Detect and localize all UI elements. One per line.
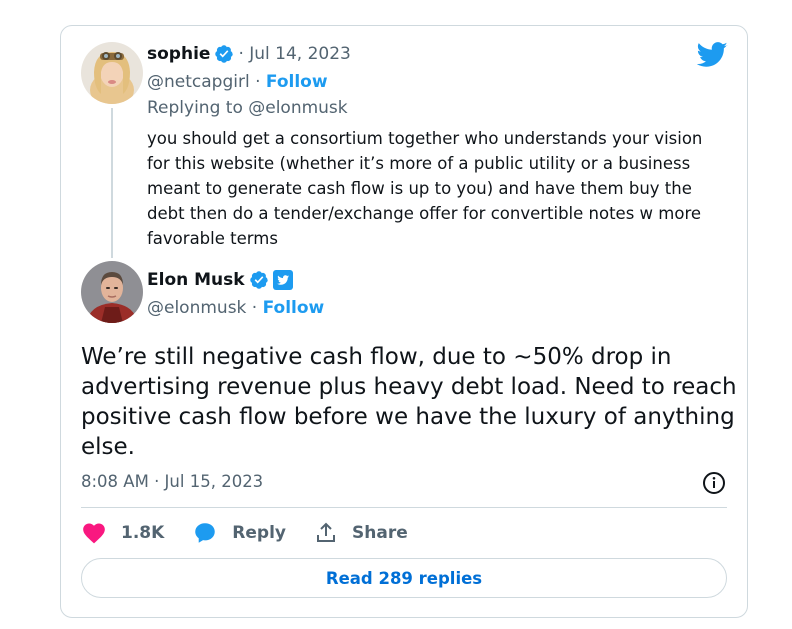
like-button[interactable]: 1.8K [81,520,164,546]
replying-to-label: Replying to @elonmusk [147,98,348,118]
follow-sophie-button[interactable]: Follow [266,72,328,92]
main-handle[interactable]: @elonmusk [147,298,246,318]
share-upload-icon [317,522,335,542]
thread-connector-line [111,108,113,258]
avatar-elon-musk[interactable] [81,261,143,323]
verified-badge-icon [214,44,234,64]
avatar-sophie[interactable] [81,42,143,104]
info-icon[interactable] [702,471,726,495]
parent-text-line: for this website (whether it’s more of a… [147,154,691,173]
actions-divider [81,507,727,508]
parent-author-row: sophie · Jul 14, 2023 [147,44,351,64]
follow-elon-button[interactable]: Follow [263,298,325,318]
main-author-name[interactable]: Elon Musk [147,270,245,290]
main-text-line: else. [81,434,135,460]
parent-text-line: you should get a consortium together who… [147,129,703,148]
parent-text-line: debt then do a tender/exchange offer for… [147,204,702,223]
main-text-line: We’re still negative cash flow, due to ~… [81,344,672,370]
parent-text-line: meant to generate cash flow is up to you… [147,179,692,198]
main-handle-row: @elonmusk · Follow [147,298,324,318]
like-count: 1.8K [121,523,165,543]
handle-separator: · [249,72,266,92]
avatar-sophie-image [81,42,143,104]
parent-tweet-date[interactable]: · Jul 14, 2023 [238,44,350,64]
tweet-actions-bar: 1.8K Reply Share [81,518,436,548]
main-text-line: positive cash flow before we have the lu… [81,404,735,430]
main-tweet-timestamp[interactable]: 8:08 AM · Jul 15, 2023 [81,472,263,491]
parent-author-name[interactable]: sophie [147,44,210,64]
heart-icon [83,523,105,544]
parent-handle[interactable]: @netcapgirl [147,72,250,92]
verified-badge-icon [249,270,269,290]
main-tweet-text: We’re still negative cash flow, due to ~… [81,342,737,462]
parent-text-line: favorable terms [147,229,278,248]
reply-bubble-icon [195,523,216,543]
twitter-bird-icon[interactable] [697,42,728,68]
handle-separator: · [246,298,263,318]
share-button[interactable]: Share [314,521,408,545]
twitter-affiliate-badge-icon[interactable] [272,270,293,290]
reply-button[interactable]: Reply [192,520,286,546]
main-author-row: Elon Musk [147,270,293,290]
parent-handle-row: @netcapgirl · Follow [147,72,328,92]
reply-label: Reply [232,523,286,543]
main-text-line: advertising revenue plus heavy debt load… [81,374,737,400]
avatar-elon-image [81,261,143,323]
share-label: Share [352,523,408,543]
parent-tweet-text: you should get a consortium together who… [147,126,732,251]
read-replies-button[interactable]: Read 289 replies [81,558,727,598]
embedded-tweet-card: sophie · Jul 14, 2023 @netcapgirl · Foll… [60,25,748,618]
